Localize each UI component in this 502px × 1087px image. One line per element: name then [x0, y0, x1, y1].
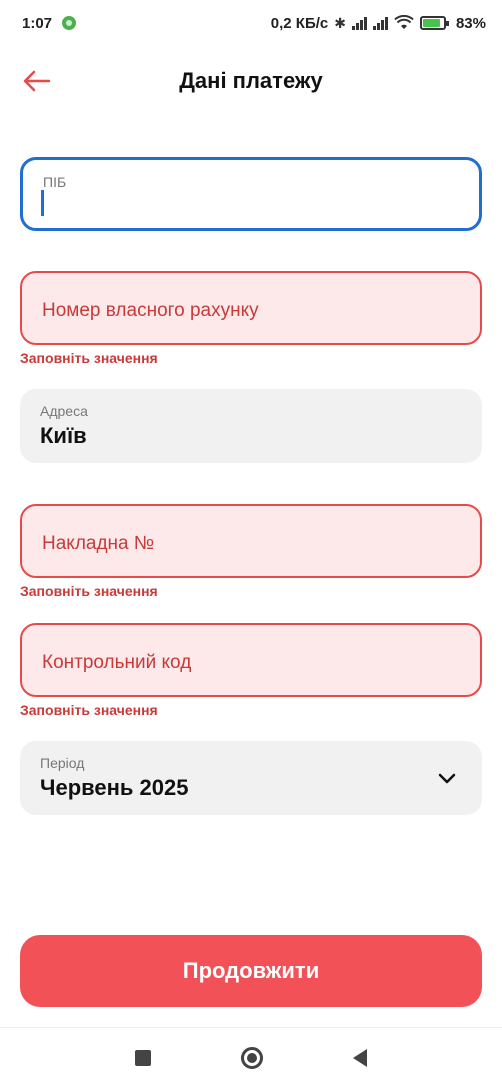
page-title: Дані платежу	[179, 68, 323, 93]
back-triangle-icon[interactable]	[353, 1048, 367, 1067]
recent-apps-icon[interactable]	[135, 1049, 151, 1066]
account-number-field[interactable]: Номер власного рахунку	[20, 271, 482, 345]
invoice-field[interactable]: Накладна №	[20, 504, 482, 578]
bluetooth-icon: ✱	[334, 14, 346, 31]
period-select[interactable]: Період Червень 2025	[20, 741, 482, 815]
account-number-error: Заповніть значення	[20, 350, 158, 366]
network-speed: 0,2 КБ/с	[270, 14, 329, 32]
home-icon[interactable]	[241, 1046, 263, 1069]
text-cursor	[41, 190, 44, 216]
app-header: Дані платежу	[0, 56, 502, 106]
control-code-placeholder: Контрольний код	[42, 652, 192, 673]
signal-icon	[351, 16, 367, 30]
control-code-field[interactable]: Контрольний код	[20, 623, 482, 697]
battery-icon	[419, 16, 449, 30]
chevron-down-icon	[438, 773, 456, 784]
wifi-icon	[394, 15, 414, 29]
status-right: 0,2 КБ/с ✱ 83%	[271, 15, 486, 32]
status-bar: 1:07 0,2 КБ/с ✱ 83%	[0, 0, 502, 46]
status-left: 1:07	[22, 14, 77, 32]
invoice-error: Заповніть значення	[20, 583, 158, 599]
address-field[interactable]: Адреса Київ	[20, 389, 482, 463]
invoice-placeholder: Накладна №	[42, 533, 155, 554]
arrow-left-icon	[23, 70, 51, 92]
app-notification-icon	[62, 16, 77, 30]
full-name-field[interactable]: ПІБ	[20, 157, 482, 231]
system-nav-bar	[0, 1027, 502, 1087]
control-code-error: Заповніть значення	[20, 702, 158, 718]
address-label: Адреса	[40, 403, 88, 419]
status-time: 1:07	[22, 14, 53, 32]
signal-icon-2	[372, 16, 388, 30]
period-value: Червень 2025	[40, 775, 189, 800]
continue-button[interactable]: Продовжити	[20, 935, 482, 1007]
full-name-label: ПІБ	[43, 174, 67, 190]
battery-percent: 83%	[455, 14, 486, 32]
address-value: Київ	[40, 423, 87, 448]
continue-button-label: Продовжити	[182, 958, 320, 983]
back-button[interactable]	[20, 66, 52, 96]
period-label: Період	[40, 755, 85, 771]
account-number-placeholder: Номер власного рахунку	[42, 300, 259, 321]
